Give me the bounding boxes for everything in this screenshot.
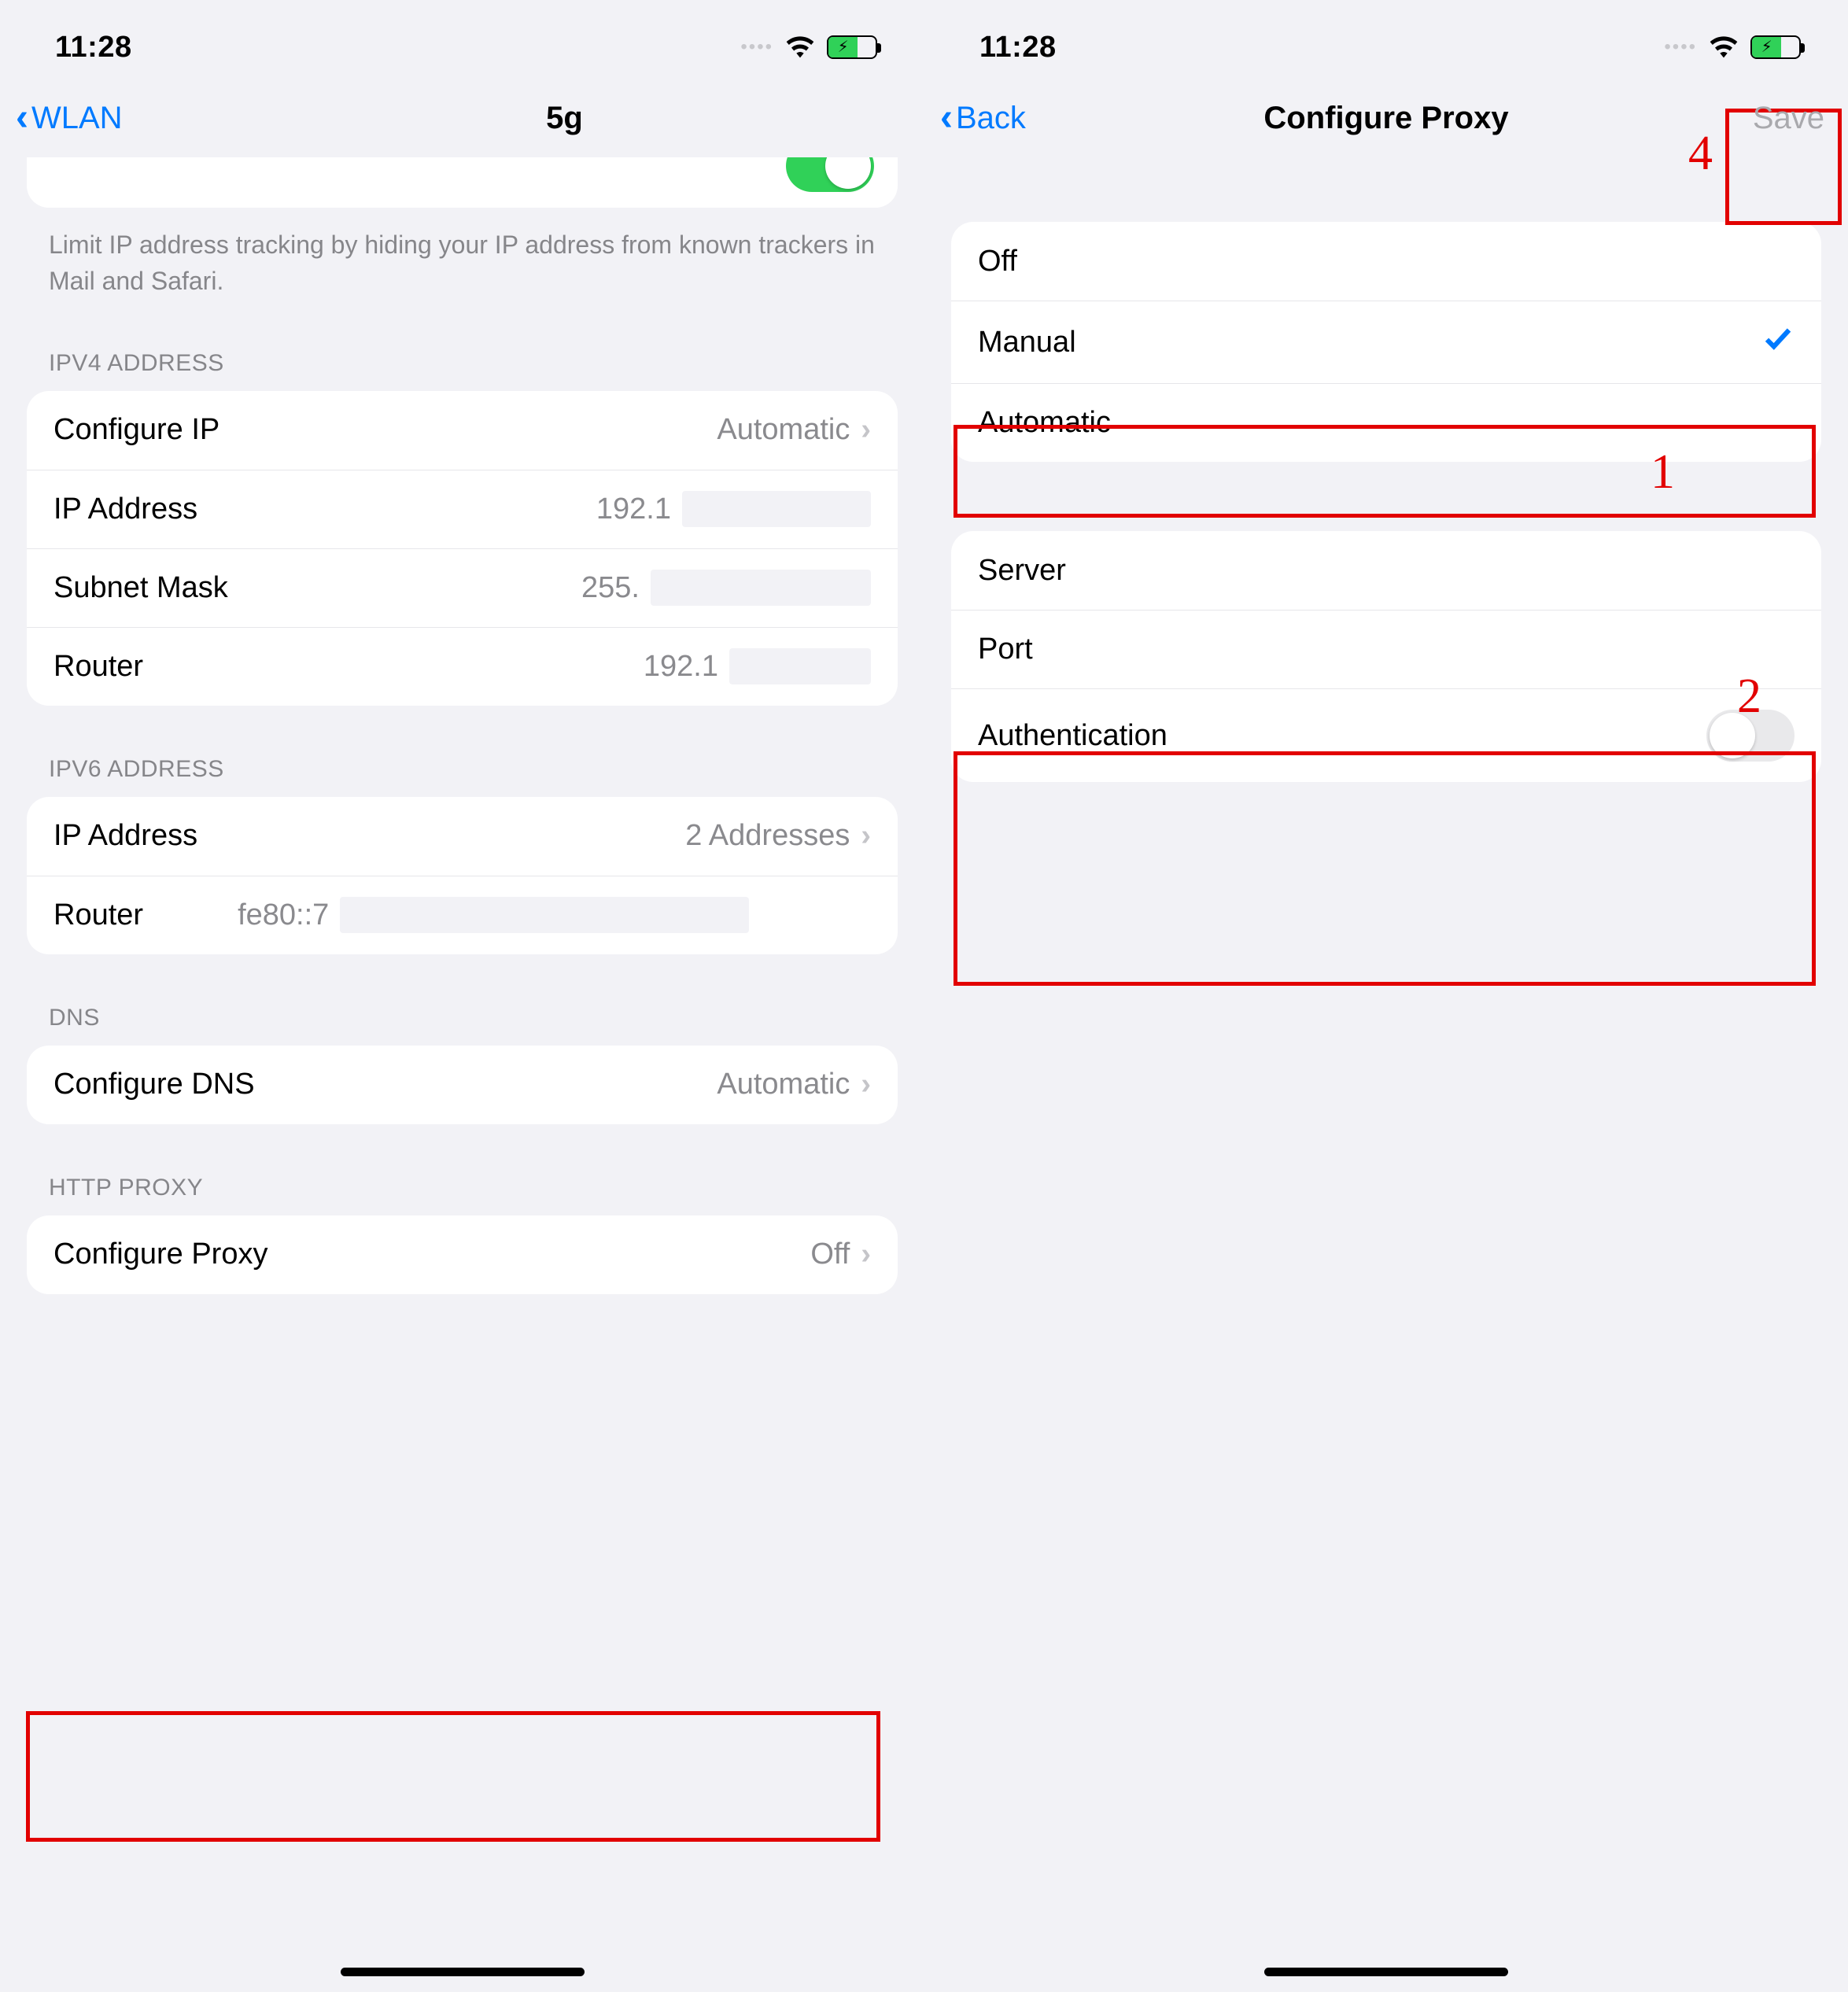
router-ipv4-row: Router 192.1 — [27, 627, 898, 706]
proxy-automatic-label: Automatic — [978, 406, 1111, 440]
page-title: 5g — [0, 101, 924, 136]
nav-bar: ‹ WLAN 5g — [0, 79, 924, 157]
ip-address-v6-label: IP Address — [53, 819, 197, 853]
dns-card: Configure DNS Automatic › — [27, 1046, 898, 1124]
cellular-dots-icon: •••• — [740, 36, 773, 58]
proxy-off-row[interactable]: Off — [951, 222, 1821, 301]
configure-proxy-label: Configure Proxy — [53, 1238, 267, 1271]
proxy-automatic-row[interactable]: Automatic — [951, 383, 1821, 462]
ipv4-card: Configure IP Automatic › IP Address 192.1… — [27, 391, 898, 706]
configure-proxy-screen: 11:28 •••• ⚡︎ ‹ Back Configure Proxy Sav… — [924, 0, 1848, 1992]
section-header-ipv6: IPV6 ADDRESS — [27, 706, 898, 797]
server-label: Server — [978, 554, 1066, 588]
subnet-mask-value: 255. — [581, 571, 640, 605]
status-time: 11:28 — [979, 31, 1057, 65]
annotation-number-2: 2 — [1737, 669, 1761, 725]
proxy-mode-card: Off Manual Automatic — [951, 222, 1821, 462]
port-row[interactable]: Port — [951, 610, 1821, 688]
redaction-mask — [729, 648, 871, 684]
wifi-icon — [1708, 35, 1739, 59]
section-header-proxy: HTTP PROXY — [27, 1124, 898, 1215]
cellular-dots-icon: •••• — [1664, 36, 1697, 58]
annotation-number-4: 4 — [1688, 126, 1713, 182]
previous-card-peek — [27, 157, 898, 208]
chevron-right-icon: › — [861, 1238, 871, 1271]
ipv6-card: IP Address 2 Addresses › Router fe80::7 — [27, 797, 898, 954]
save-button[interactable]: Save — [1753, 101, 1824, 136]
router-ipv6-row: Router fe80::7 — [27, 876, 898, 954]
authentication-row: Authentication — [951, 688, 1821, 782]
configure-dns-label: Configure DNS — [53, 1068, 255, 1101]
status-time: 11:28 — [55, 31, 132, 65]
battery-icon: ⚡︎ — [1750, 35, 1801, 59]
status-bar: 11:28 •••• ⚡︎ — [924, 0, 1848, 79]
redaction-mask — [340, 897, 749, 933]
configure-dns-value: Automatic — [717, 1068, 850, 1101]
section-header-dns: DNS — [27, 954, 898, 1046]
wlan-details-screen: 11:28 •••• ⚡︎ ‹ WLAN 5g Limit IP add — [0, 0, 924, 1992]
status-icons: •••• ⚡︎ — [1664, 35, 1801, 59]
configure-dns-row[interactable]: Configure DNS Automatic › — [27, 1046, 898, 1124]
redaction-mask — [682, 491, 871, 527]
authentication-label: Authentication — [978, 719, 1167, 753]
wifi-icon — [784, 35, 816, 59]
annotation-number-1: 1 — [1651, 445, 1675, 500]
router-ipv4-label: Router — [53, 650, 143, 684]
ip-address-row: IP Address 192.1 — [27, 470, 898, 548]
proxy-card: Configure Proxy Off › — [27, 1215, 898, 1294]
configure-ip-row[interactable]: Configure IP Automatic › — [27, 391, 898, 470]
subnet-mask-row: Subnet Mask 255. — [27, 548, 898, 627]
status-bar: 11:28 •••• ⚡︎ — [0, 0, 924, 79]
proxy-off-label: Off — [978, 245, 1017, 279]
router-ipv4-value: 192.1 — [644, 650, 718, 684]
server-row[interactable]: Server — [951, 531, 1821, 610]
status-icons: •••• ⚡︎ — [740, 35, 877, 59]
router-ipv6-label: Router — [53, 898, 143, 932]
ip-address-v6-value: 2 Addresses — [685, 819, 850, 853]
configure-ip-label: Configure IP — [53, 413, 219, 447]
port-label: Port — [978, 633, 1033, 666]
proxy-manual-label: Manual — [978, 326, 1076, 360]
proxy-fields-card: Server Port Authentication — [951, 531, 1821, 782]
chevron-right-icon: › — [861, 819, 871, 853]
proxy-manual-row[interactable]: Manual — [951, 301, 1821, 383]
chevron-right-icon: › — [861, 413, 871, 447]
router-ipv6-value: fe80::7 — [238, 898, 329, 932]
ip-address-value: 192.1 — [596, 492, 671, 526]
checkmark-icon — [1761, 322, 1795, 363]
ip-address-v6-row[interactable]: IP Address 2 Addresses › — [27, 797, 898, 876]
tracking-description: Limit IP address tracking by hiding your… — [27, 219, 898, 300]
configure-proxy-value: Off — [810, 1238, 850, 1271]
redaction-mask — [651, 570, 871, 606]
battery-icon: ⚡︎ — [827, 35, 877, 59]
section-header-ipv4: IPV4 ADDRESS — [27, 300, 898, 391]
configure-proxy-row[interactable]: Configure Proxy Off › — [27, 1215, 898, 1294]
subnet-mask-label: Subnet Mask — [53, 571, 228, 605]
chevron-right-icon: › — [861, 1068, 871, 1101]
home-indicator[interactable] — [341, 1968, 585, 1976]
ip-address-label: IP Address — [53, 492, 197, 526]
toggle-on-icon[interactable] — [786, 157, 874, 192]
home-indicator[interactable] — [1264, 1968, 1508, 1976]
configure-ip-value: Automatic — [717, 413, 850, 447]
